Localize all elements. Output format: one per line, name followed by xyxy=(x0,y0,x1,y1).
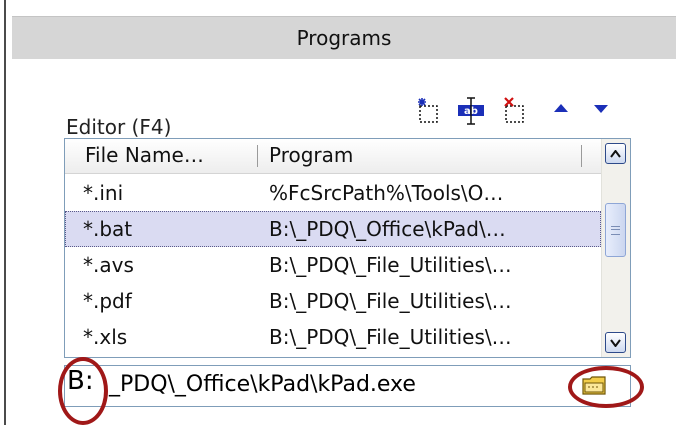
grip-icon xyxy=(611,225,620,235)
list-rows: *.ini %FcSrcPath%\Tools\O… *.bat B:\_PDQ… xyxy=(65,175,601,355)
section-header: Programs xyxy=(12,16,676,59)
rename-icon[interactable]: ab xyxy=(456,96,486,126)
file-association-list[interactable]: File Name… Program *.ini %FcSrcPath%\Too… xyxy=(64,138,631,358)
list-row-selected[interactable]: *.bat B:\_PDQ\_Office\kPad\… xyxy=(65,211,601,247)
list-row[interactable]: *.xls B:\_PDQ\_File_Utilities\… xyxy=(65,319,601,355)
vertical-scrollbar[interactable] xyxy=(601,139,630,357)
move-down-icon[interactable] xyxy=(586,96,616,126)
left-border xyxy=(4,0,6,425)
cell-file-name: *.ini xyxy=(83,181,124,205)
list-row[interactable]: *.ini %FcSrcPath%\Tools\O… xyxy=(65,175,601,211)
column-divider[interactable] xyxy=(257,145,258,167)
cell-file-name: *.pdf xyxy=(83,289,132,313)
program-path-field[interactable]: B: _PDQ\_Office\kPad\kPad.exe xyxy=(64,365,631,407)
list-row[interactable]: *.pdf B:\_PDQ\_File_Utilities\… xyxy=(65,283,601,319)
delete-entry-icon[interactable] xyxy=(500,96,530,126)
list-header: File Name… Program xyxy=(65,139,601,174)
new-entry-icon[interactable] xyxy=(414,96,444,126)
cell-file-name: *.bat xyxy=(83,217,133,241)
cell-program: B:\_PDQ\_File_Utilities\… xyxy=(269,253,512,277)
cell-program: B:\_PDQ\_File_Utilities\… xyxy=(269,289,512,313)
move-up-icon[interactable] xyxy=(546,96,576,126)
section-title: Programs xyxy=(296,26,392,50)
cell-program: B:\_PDQ\_File_Utilities\… xyxy=(269,325,512,349)
highlight-circle-drive xyxy=(58,357,108,425)
cell-program: %FcSrcPath%\Tools\O… xyxy=(269,181,504,205)
program-path-text: _PDQ\_Office\kPad\kPad.exe xyxy=(109,372,416,397)
column-header-file-name[interactable]: File Name… xyxy=(85,143,204,167)
column-divider[interactable] xyxy=(581,145,582,167)
cell-program: B:\_PDQ\_Office\kPad\… xyxy=(269,217,506,241)
scroll-thumb[interactable] xyxy=(605,203,626,257)
editor-label: Editor (F4) xyxy=(66,115,172,139)
list-row[interactable]: *.avs B:\_PDQ\_File_Utilities\… xyxy=(65,247,601,283)
chevron-down-icon xyxy=(610,338,621,347)
column-header-program[interactable]: Program xyxy=(269,143,353,167)
cell-file-name: *.xls xyxy=(83,325,128,349)
chevron-up-icon xyxy=(610,149,621,158)
cell-file-name: *.avs xyxy=(83,253,134,277)
scroll-down-button[interactable] xyxy=(605,332,626,353)
scroll-up-button[interactable] xyxy=(605,143,626,164)
highlight-circle-browse xyxy=(568,366,644,408)
